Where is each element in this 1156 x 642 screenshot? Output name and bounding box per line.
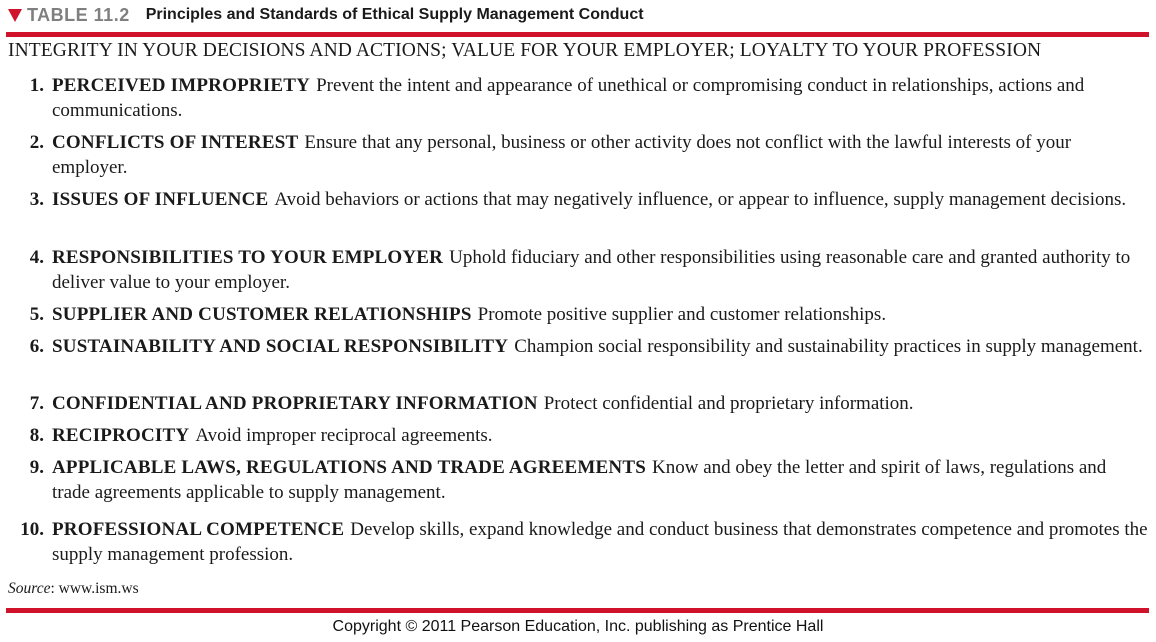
item-number: 3. [29, 189, 44, 210]
source-url: www.ism.ws [58, 580, 139, 597]
item-heading: SUSTAINABILITY AND SOCIAL RESPONSIBILITY [52, 336, 509, 357]
item-number: 6. [29, 336, 44, 357]
item-heading: PROFESSIONAL COMPETENCE [52, 519, 345, 540]
table-label: TABLE 11.2 [27, 4, 130, 25]
item-heading: APPLICABLE LAWS, REGULATIONS AND TRADE A… [52, 457, 646, 478]
item-text: Champion social responsibility and susta… [514, 336, 1143, 357]
item-body: CONFLICTS OF INTEREST Ensure that any per… [44, 130, 1148, 180]
item-heading: PERCEIVED IMPROPRIETY [52, 75, 311, 96]
item-heading: ISSUES OF INFLUENCE [52, 189, 269, 210]
item-body: APPLICABLE LAWS, REGULATIONS AND TRADE A… [44, 455, 1148, 505]
item-heading: RESPONSIBILITIES TO YOUR EMPLOYER [52, 247, 444, 268]
item-heading: CONFLICTS OF INTEREST [52, 132, 299, 153]
item-number: 7. [29, 393, 44, 414]
item-text: Protect confidential and proprietary inf… [543, 393, 914, 414]
item-body: PROFESSIONAL COMPETENCE Develop skills, e… [44, 517, 1148, 567]
table-subheader: INTEGRITY IN YOUR DECISIONS AND ACTIONS;… [8, 40, 1042, 61]
item-heading: SUPPLIER AND CUSTOMER RELATIONSHIPS [52, 304, 472, 325]
item-body: ISSUES OF INFLUENCE Avoid behaviors or ac… [44, 187, 1148, 212]
table-title: Principles and Standards of Ethical Supp… [145, 6, 644, 23]
principle-item: 7. CONFIDENTIAL AND PROPRIETARY INFORMAT… [8, 391, 1148, 416]
item-body: SUPPLIER AND CUSTOMER RELATIONSHIPS Promo… [44, 302, 1148, 327]
principle-item: 3. ISSUES OF INFLUENCE Avoid behaviors or… [8, 187, 1148, 212]
item-text: Promote positive supplier and customer r… [477, 304, 887, 325]
item-text: Avoid improper reciprocal agreements. [195, 425, 493, 446]
principle-item: 1. PERCEIVED IMPROPRIETY Prevent the inte… [8, 73, 1148, 123]
item-heading: RECIPROCITY [52, 425, 190, 446]
principle-item: 4. RESPONSIBILITIES TO YOUR EMPLOYER Upho… [8, 245, 1148, 295]
principle-item: 8. RECIPROCITY Avoid improper reciprocal … [8, 423, 1148, 448]
item-body: PERCEIVED IMPROPRIETY Prevent the intent … [44, 73, 1148, 123]
item-body: RESPONSIBILITIES TO YOUR EMPLOYER Uphold … [44, 245, 1148, 295]
item-heading: CONFIDENTIAL AND PROPRIETARY INFORMATION [52, 393, 538, 414]
source-line: Source: www.ism.ws [8, 580, 139, 598]
item-number: 1. [29, 75, 44, 96]
item-number: 8. [29, 425, 44, 446]
principle-item: 9. APPLICABLE LAWS, REGULATIONS AND TRAD… [8, 455, 1148, 505]
triangle-down-icon [8, 9, 22, 22]
item-body: CONFIDENTIAL AND PROPRIETARY INFORMATION… [44, 391, 1148, 416]
item-number: 9. [29, 457, 44, 478]
item-body: RECIPROCITY Avoid improper reciprocal agr… [44, 423, 1148, 448]
table-header: TABLE 11.2 Principles and Standards of E… [8, 3, 644, 27]
item-text: Avoid behaviors or actions that may nega… [274, 189, 1127, 210]
bottom-divider [6, 608, 1149, 613]
source-label: Source [8, 580, 51, 597]
item-number: 2. [29, 132, 44, 153]
item-body: SUSTAINABILITY AND SOCIAL RESPONSIBILITY… [44, 334, 1148, 359]
item-number: 5. [29, 304, 44, 325]
principle-item: 2. CONFLICTS OF INTEREST Ensure that any … [8, 130, 1148, 180]
source-separator: : [50, 580, 55, 597]
principle-item: 10. PROFESSIONAL COMPETENCE Develop skill… [8, 517, 1148, 567]
copyright-notice: Copyright © 2011 Pearson Education, Inc.… [332, 618, 824, 635]
principle-item: 6. SUSTAINABILITY AND SOCIAL RESPONSIBIL… [8, 334, 1148, 359]
item-number: 4. [29, 247, 44, 268]
top-divider [6, 32, 1149, 37]
principle-item: 5. SUPPLIER AND CUSTOMER RELATIONSHIPS Pr… [8, 302, 1148, 327]
item-number: 10. [20, 519, 44, 540]
